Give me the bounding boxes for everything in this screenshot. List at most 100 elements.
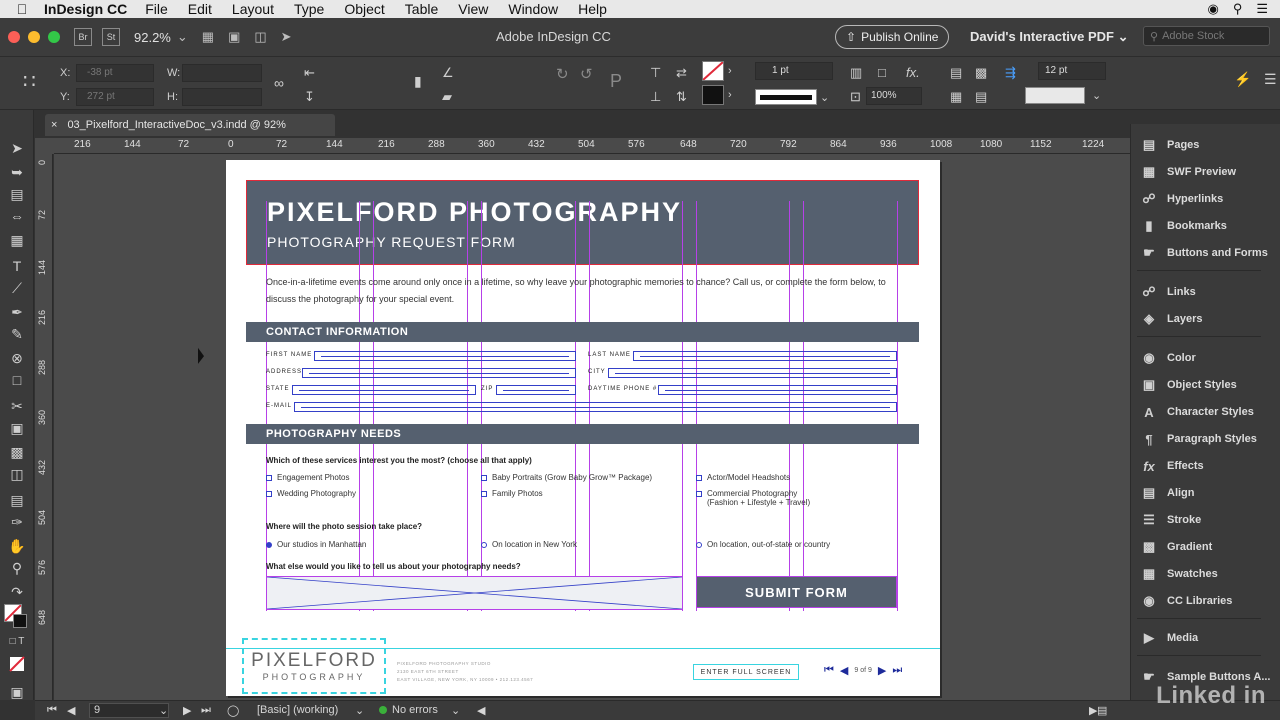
spacing-icon[interactable]: ⇶ bbox=[1005, 65, 1016, 81]
free-transform-tool-icon[interactable]: ▣ bbox=[6, 420, 28, 440]
rotate-cw-icon[interactable]: ↻ bbox=[556, 65, 569, 83]
service-option-commercial[interactable]: Commercial Photography (Fashion + Lifesty… bbox=[696, 489, 810, 507]
opacity-icon[interactable]: ⊡ bbox=[850, 89, 861, 105]
location-option-new-york[interactable]: On location in New York bbox=[481, 540, 577, 549]
chevron-down-icon[interactable]: ⌄ bbox=[177, 29, 188, 45]
effects-fx-icon[interactable]: fx. bbox=[906, 65, 920, 80]
contact-section-heading[interactable]: CONTACT INFORMATION bbox=[246, 322, 919, 342]
page-subtitle[interactable]: PHOTOGRAPHY REQUEST FORM bbox=[267, 234, 516, 250]
page-menu-chevron-icon[interactable]: ⌄ bbox=[159, 704, 168, 717]
page-title[interactable]: PIXELFORD PHOTOGRAPHY bbox=[267, 197, 682, 228]
vertical-ruler[interactable]: 0 72 144 216 288 360 432 504 576 648 bbox=[35, 154, 53, 700]
eyedropper-tool-icon[interactable]: ✑ bbox=[6, 514, 28, 534]
panel-gradient[interactable]: ▩ Gradient bbox=[1131, 536, 1280, 558]
panel-buttons-and-forms[interactable]: ☛ Buttons and Forms bbox=[1131, 242, 1280, 264]
stroke-color-icon[interactable] bbox=[13, 614, 27, 628]
last-name-field[interactable] bbox=[633, 351, 897, 361]
radio-button[interactable] bbox=[481, 542, 487, 548]
preflight-status[interactable]: No errors bbox=[379, 704, 438, 716]
location-option-manhattan[interactable]: Our studios in Manhattan bbox=[266, 540, 366, 549]
send-icon[interactable]: ➤ bbox=[281, 29, 292, 45]
menu-edit[interactable]: Edit bbox=[188, 1, 212, 17]
first-page-icon[interactable]: ⏮ bbox=[824, 664, 834, 677]
preflight-menu-chevron-icon[interactable]: ⌄ bbox=[451, 704, 460, 717]
header-banner[interactable]: PIXELFORD PHOTOGRAPHY PHOTOGRAPHY REQUES… bbox=[246, 180, 919, 265]
radio-button[interactable] bbox=[266, 542, 272, 548]
service-option-wedding[interactable]: Wedding Photography bbox=[266, 489, 356, 498]
stroke-type-chevron-icon[interactable]: ⌄ bbox=[820, 91, 829, 104]
fill-menu-icon[interactable]: › bbox=[728, 65, 732, 77]
menu-help[interactable]: Help bbox=[578, 1, 607, 17]
submit-form-button[interactable]: SUBMIT FORM bbox=[696, 576, 897, 608]
panel-character-styles[interactable]: A Character Styles bbox=[1131, 401, 1280, 423]
address-field[interactable] bbox=[302, 368, 576, 378]
service-option-family[interactable]: Family Photos bbox=[481, 489, 543, 498]
enter-full-screen-button[interactable]: ENTER FULL SCREEN bbox=[693, 664, 799, 680]
rectangle-frame-tool-icon[interactable]: ⊗ bbox=[6, 350, 28, 370]
zoom-window-icon[interactable] bbox=[48, 31, 60, 43]
object-style-chevron-icon[interactable]: ⌄ bbox=[1092, 89, 1101, 102]
close-window-icon[interactable] bbox=[8, 31, 20, 43]
stroke-menu-icon[interactable]: › bbox=[728, 89, 732, 101]
menu-list-icon[interactable]: ☰ bbox=[1256, 1, 1268, 17]
workspace-switcher[interactable]: David's Interactive PDF ⌄ bbox=[970, 29, 1129, 45]
pen-tool-icon[interactable]: ✒ bbox=[6, 304, 28, 324]
service-option-baby-portraits[interactable]: Baby Portraits (Grow Baby Grow™ Package) bbox=[481, 473, 652, 482]
radio-button[interactable] bbox=[696, 542, 702, 548]
distribute-vertical-icon[interactable]: ▤ bbox=[975, 89, 987, 105]
scale-y-icon[interactable]: ↧ bbox=[304, 89, 315, 105]
panel-effects[interactable]: fx Effects bbox=[1131, 455, 1280, 477]
minimize-window-icon[interactable] bbox=[28, 31, 40, 43]
menu-view[interactable]: View bbox=[458, 1, 488, 17]
checkbox[interactable] bbox=[481, 475, 487, 481]
needs-section-heading[interactable]: PHOTOGRAPHY NEEDS bbox=[246, 424, 919, 444]
previous-spread-icon[interactable]: ◀ bbox=[67, 704, 75, 717]
close-tab-icon[interactable]: × bbox=[51, 119, 57, 131]
flip-icon[interactable]: ⇄ bbox=[676, 65, 687, 81]
align-vertical-icon[interactable]: ▦ bbox=[950, 89, 962, 105]
rotate-icon[interactable]: ∠ bbox=[442, 65, 454, 81]
menu-window[interactable]: Window bbox=[508, 1, 558, 17]
service-option-engagement[interactable]: Engagement Photos bbox=[266, 473, 350, 482]
note-tool-icon[interactable]: ▤ bbox=[6, 492, 28, 512]
height-field[interactable] bbox=[182, 88, 262, 106]
reference-point-icon[interactable]: ∷ bbox=[23, 69, 36, 94]
line-tool-icon[interactable]: ⟋ bbox=[6, 280, 28, 300]
bridge-button[interactable]: Br bbox=[74, 28, 92, 46]
panel-color[interactable]: ◉ Color bbox=[1131, 347, 1280, 369]
next-page-icon[interactable]: ▶ bbox=[878, 664, 886, 677]
document-page[interactable]: PIXELFORD PHOTOGRAPHY PHOTOGRAPHY REQUES… bbox=[226, 160, 940, 696]
menu-layout[interactable]: Layout bbox=[232, 1, 274, 17]
panel-media[interactable]: ▶ Media bbox=[1131, 627, 1280, 649]
align-left-icon[interactable]: ▤ bbox=[950, 65, 962, 81]
document-tab[interactable]: × 03_Pixelford_InteractiveDoc_v3.indd @ … bbox=[45, 114, 335, 136]
panel-menu-icon[interactable]: ☰ bbox=[1264, 71, 1277, 88]
fill-swatch[interactable] bbox=[702, 61, 724, 81]
frame-icon[interactable]: □ bbox=[878, 65, 886, 80]
constrain-proportions-icon[interactable]: ∞ bbox=[274, 75, 284, 91]
zoom-tool-icon[interactable]: ⚲ bbox=[6, 560, 28, 580]
checkbox[interactable] bbox=[481, 491, 487, 497]
hand-tool-icon[interactable]: ✋ bbox=[6, 538, 28, 558]
panel-align[interactable]: ▤ Align bbox=[1131, 482, 1280, 504]
first-spread-icon[interactable]: ⏮ bbox=[47, 704, 57, 717]
horizontal-ruler[interactable]: 216 144 72 0 72 144 216 288 360 432 504 … bbox=[54, 138, 1130, 154]
service-option-headshots[interactable]: Actor/Model Headshots bbox=[696, 473, 790, 482]
arrange-documents-icon[interactable]: ◫ bbox=[254, 29, 266, 45]
zoom-level-field[interactable]: 92.2% bbox=[134, 30, 171, 45]
view-options-icon[interactable]: ▦ bbox=[202, 29, 214, 45]
panel-paragraph-styles[interactable]: ¶ Paragraph Styles bbox=[1131, 428, 1280, 450]
creative-cloud-icon[interactable]: ◉ bbox=[1207, 1, 1218, 17]
menu-table[interactable]: Table bbox=[405, 1, 438, 17]
first-name-field[interactable] bbox=[314, 351, 576, 361]
align-center-icon[interactable]: ▩ bbox=[975, 65, 987, 81]
text-frame-icon[interactable]: P bbox=[610, 71, 622, 92]
apple-icon[interactable]:  bbox=[0, 1, 44, 17]
preflight-profile[interactable]: [Basic] (working) bbox=[257, 704, 338, 716]
screen-mode-icon[interactable]: ▣ bbox=[228, 29, 240, 45]
rotate-ccw-icon[interactable]: ↺ bbox=[580, 65, 593, 83]
intro-paragraph[interactable]: Once-in-a-lifetime events come around on… bbox=[266, 274, 906, 308]
last-spread-icon[interactable]: ⏭ bbox=[201, 704, 211, 717]
constrain-scale-icon[interactable]: ▮ bbox=[414, 73, 422, 90]
adobe-stock-search[interactable]: ⚲ Adobe Stock bbox=[1143, 26, 1270, 46]
